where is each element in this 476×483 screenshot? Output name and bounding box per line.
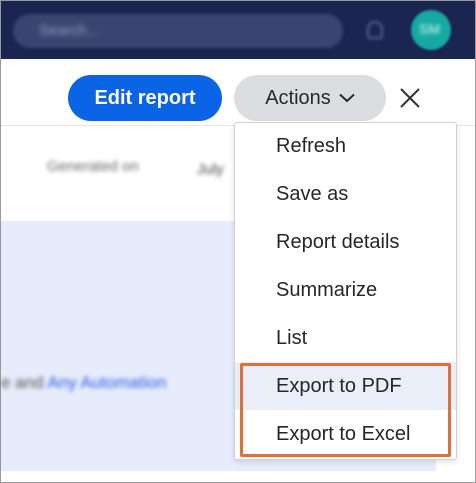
notification-bell-icon[interactable]	[367, 21, 383, 39]
generated-on-label: Generated on	[47, 158, 139, 175]
search-placeholder: Search...	[39, 22, 100, 39]
close-icon	[400, 88, 420, 108]
edit-report-button[interactable]: Edit report	[68, 75, 222, 121]
menu-item-save-as[interactable]: Save as	[235, 170, 456, 218]
actions-dropdown-button[interactable]: Actions	[234, 75, 386, 121]
menu-item-export-pdf[interactable]: Export to PDF	[235, 362, 456, 410]
menu-item-summarize[interactable]: Summarize	[235, 266, 456, 314]
avatar-initials: SM	[419, 21, 440, 37]
report-toolbar: Edit report Actions	[1, 59, 475, 125]
menu-item-report-details[interactable]: Report details	[235, 218, 456, 266]
user-avatar[interactable]: SM	[411, 10, 451, 50]
close-button[interactable]	[395, 83, 425, 113]
panel-link[interactable]: Any Automation	[47, 373, 166, 392]
panel-text-prefix: e and	[1, 373, 48, 392]
menu-item-export-excel[interactable]: Export to Excel	[235, 410, 456, 458]
chevron-down-icon	[339, 93, 355, 103]
actions-label: Actions	[265, 86, 331, 109]
top-nav-bar: Search... SM	[1, 1, 475, 59]
panel-description: e and Any Automation	[1, 373, 166, 393]
menu-item-refresh[interactable]: Refresh	[235, 122, 456, 170]
generated-on-value: July	[197, 161, 224, 178]
bottom-strip	[1, 471, 475, 482]
actions-menu: Refresh Save as Report details Summarize…	[234, 122, 457, 460]
search-input[interactable]: Search...	[13, 14, 343, 48]
menu-item-list[interactable]: List	[235, 314, 456, 362]
